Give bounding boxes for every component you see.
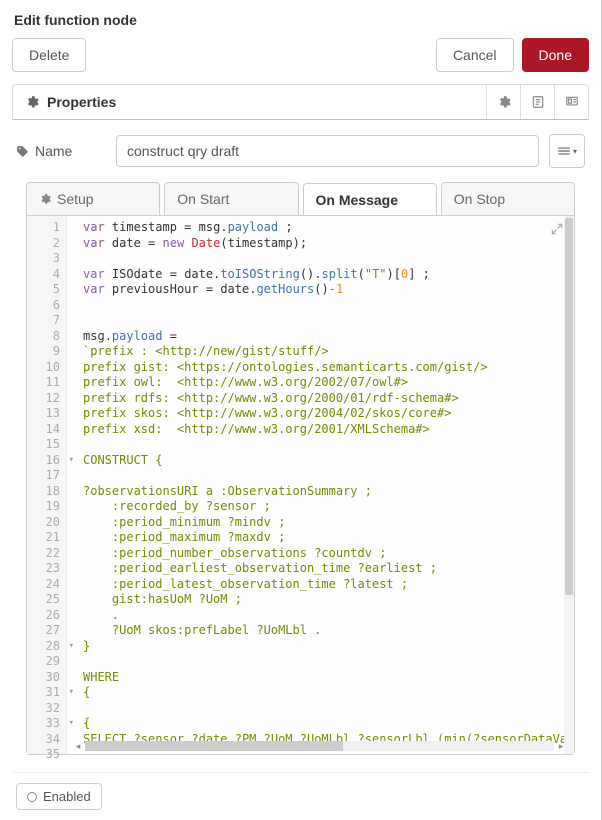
circle-icon [27,792,37,802]
tab-on-stop-label: On Stop [454,191,505,207]
name-menu-button[interactable]: ▾ [549,134,585,168]
settings-icon-button[interactable] [486,85,520,119]
horizontal-scrollbar-thumb[interactable] [85,741,343,751]
name-input[interactable] [116,135,539,167]
tab-setup[interactable]: Setup [26,182,160,215]
tab-setup-label: Setup [57,191,94,207]
gear-icon [25,95,39,109]
code-editor[interactable]: 1234567891011121314151617181920212223242… [26,215,575,755]
tab-on-message-label: On Message [316,192,398,208]
expand-icon[interactable] [550,222,568,240]
scroll-left-arrow[interactable]: ◂ [73,741,83,752]
done-button[interactable]: Done [522,38,589,72]
vertical-scrollbar-thumb[interactable] [565,218,573,595]
vertical-scrollbar[interactable] [564,216,574,754]
tab-on-start[interactable]: On Start [164,182,298,215]
name-label: Name [35,143,72,159]
dialog-title: Edit function node [12,8,589,38]
tab-on-stop[interactable]: On Stop [441,182,575,215]
chevron-down-icon: ▾ [573,147,577,156]
delete-button[interactable]: Delete [12,38,86,72]
scroll-right-arrow[interactable]: ▸ [556,741,566,752]
tab-on-message[interactable]: On Message [303,183,437,216]
properties-label: Properties [47,94,116,110]
horizontal-scrollbar[interactable]: ◂ ▸ [73,740,566,752]
tag-icon [16,145,29,158]
enabled-toggle[interactable]: Enabled [16,783,102,810]
description-icon-button[interactable] [520,85,554,119]
cancel-button[interactable]: Cancel [436,38,514,72]
appearance-icon-button[interactable] [554,85,588,119]
enabled-label: Enabled [43,789,91,804]
tab-on-start-label: On Start [177,191,229,207]
line-gutter: 1234567891011121314151617181920212223242… [27,216,67,754]
gear-icon [39,193,51,205]
code-area[interactable]: var timestamp = msg.payload ;var date = … [67,216,574,754]
